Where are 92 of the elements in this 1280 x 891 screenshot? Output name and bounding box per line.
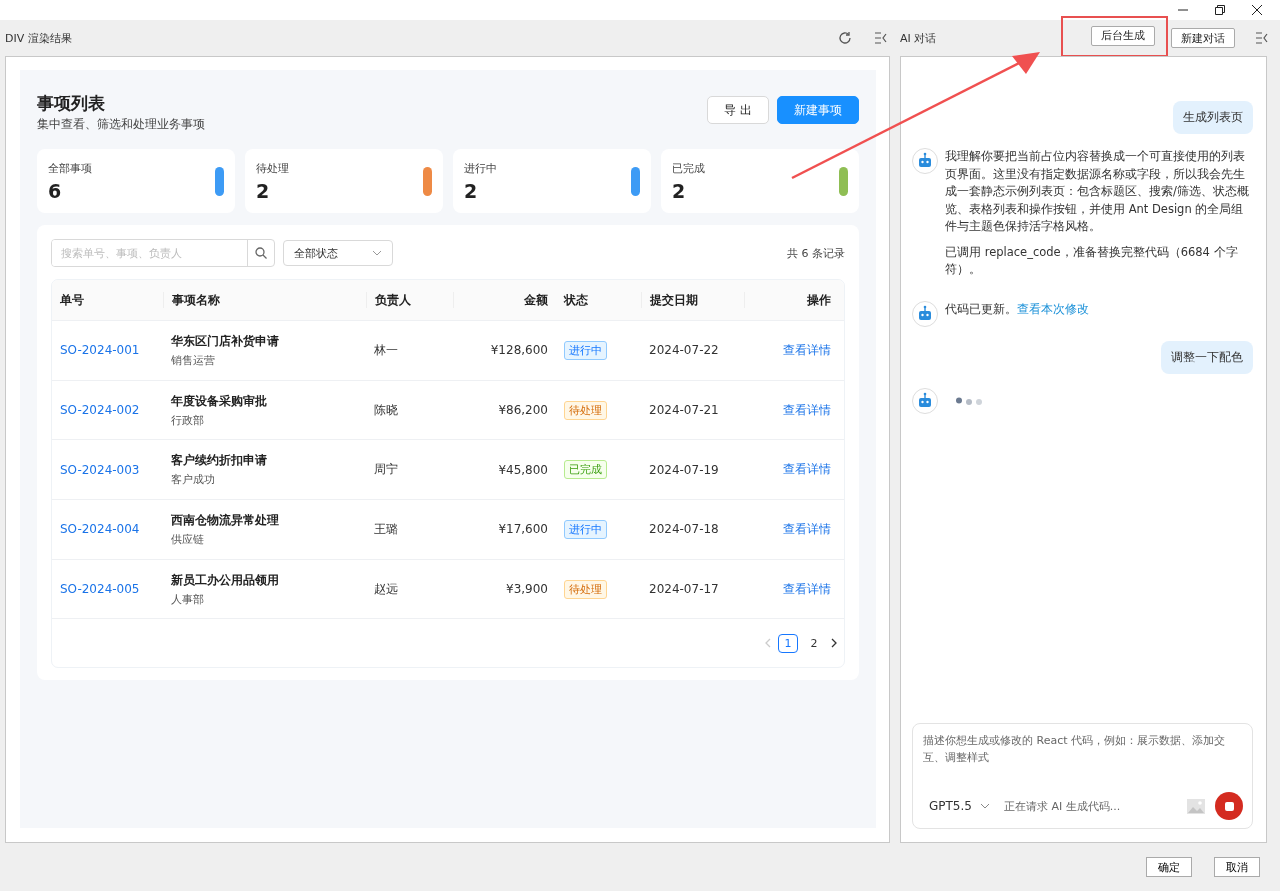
collapse-icon[interactable] <box>874 32 888 44</box>
table-cell: 周宁 <box>374 462 398 477</box>
assistant-message: 已调用 replace_code，准备替换完整代码（6684 个字符）。 <box>945 244 1238 276</box>
order-link[interactable]: SO-2024-005 <box>60 582 140 597</box>
table-cell: ¥3,900 <box>506 582 548 597</box>
column-header: 金额 <box>524 291 548 309</box>
order-link[interactable]: SO-2024-002 <box>60 403 140 418</box>
page-button[interactable]: 2 <box>804 633 824 653</box>
user-message: 生成列表页 <box>1173 101 1253 134</box>
status-select[interactable]: 全部状态 <box>283 240 393 266</box>
column-header: 事项名称 <box>172 291 220 309</box>
column-header: 单号 <box>60 291 84 309</box>
table-cell: 2024-07-17 <box>649 582 719 597</box>
order-link[interactable]: SO-2024-001 <box>60 343 140 358</box>
close-icon[interactable] <box>1252 5 1262 15</box>
confirm-button[interactable]: 确定 <box>1146 857 1192 877</box>
item-department: 销售运营 <box>171 352 215 368</box>
table-cell: 陈晓 <box>374 402 398 417</box>
export-button[interactable]: 导 出 <box>707 96 769 124</box>
view-details-link[interactable]: 查看详情 <box>783 342 831 357</box>
page-subtitle: 集中查看、筛选和处理业务事项 <box>37 116 205 133</box>
page-title: 事项列表 <box>37 92 106 115</box>
view-details-link[interactable]: 查看详情 <box>783 402 831 417</box>
stat-value: 6 <box>48 179 63 202</box>
status-tag: 进行中 <box>564 340 607 360</box>
item-name: 华东区门店补货申请 <box>171 332 279 350</box>
item-name: 西南仓物流异常处理 <box>171 511 279 529</box>
chevron-down-icon <box>372 250 382 256</box>
item-name: 年度设备采购审批 <box>171 392 267 410</box>
status-tag: 已完成 <box>564 460 607 480</box>
order-link[interactable]: SO-2024-003 <box>60 462 140 477</box>
column-header: 负责人 <box>375 291 411 309</box>
background-generate-button[interactable]: 后台生成 <box>1091 25 1155 46</box>
restore-icon[interactable] <box>1215 5 1225 15</box>
table-cell: ¥17,600 <box>498 522 548 537</box>
new-chat-button[interactable]: 新建对话 <box>1171 28 1235 48</box>
stat-value: 2 <box>464 179 479 202</box>
status-tag: 待处理 <box>564 579 607 599</box>
table-cell: 2024-07-18 <box>649 522 719 537</box>
status-tag: 待处理 <box>564 400 607 420</box>
table-cell: 赵远 <box>374 581 398 596</box>
collapse-icon[interactable] <box>1255 32 1269 44</box>
status-tag: 进行中 <box>564 519 607 539</box>
search-icon[interactable] <box>255 247 267 259</box>
item-department: 行政部 <box>171 412 204 428</box>
assistant-message: 代码已更新。 <box>945 301 1017 316</box>
column-header: 提交日期 <box>650 291 698 309</box>
refresh-icon[interactable] <box>838 31 852 45</box>
stop-button[interactable] <box>1215 792 1243 820</box>
table-cell: ¥86,200 <box>498 403 548 418</box>
chevron-down-icon <box>979 803 990 809</box>
assistant-message: 我理解你要把当前占位内容替换成一个可直接使用的列表页界面。这里没有指定数据源名称或字段，所以我会先生成一套静态示例列表页：包含标题区、搜索/筛选、状态概览、表格列表和操作按钮，并使用 Ant Design 的全局组件与主题色保持活字格风格。 <box>945 149 1249 233</box>
order-link[interactable]: SO-2024-004 <box>60 522 140 537</box>
column-header: 状态 <box>564 291 588 309</box>
robot-avatar-icon <box>912 148 938 174</box>
item-department: 人事部 <box>171 591 204 607</box>
item-name: 新员工办公用品领用 <box>171 571 279 589</box>
table-cell: 2024-07-19 <box>649 462 719 477</box>
item-department: 供应链 <box>171 531 204 547</box>
typing-indicator-icon <box>955 396 983 405</box>
record-count: 共 6 条记录 <box>787 245 845 261</box>
table-cell: 林一 <box>374 342 398 357</box>
cancel-button[interactable]: 取消 <box>1214 857 1260 877</box>
item-department: 客户成功 <box>171 472 215 488</box>
view-changes-link[interactable]: 查看本次修改 <box>1017 301 1089 316</box>
user-message: 调整一下配色 <box>1161 340 1253 374</box>
stat-value: 2 <box>672 179 687 202</box>
generation-status: 正在请求 AI 生成代码... <box>1003 798 1121 814</box>
table-cell: 2024-07-22 <box>649 343 719 358</box>
robot-avatar-icon <box>912 387 938 414</box>
robot-avatar-icon <box>912 300 938 327</box>
prompt-input[interactable]: 描述你想生成或修改的 React 代码，例如：展示数据、添加交互、调整样式 GPT5.5 正在请求 AI 生成代码... <box>912 723 1253 829</box>
view-details-link[interactable]: 查看详情 <box>783 521 831 536</box>
table-cell: ¥45,800 <box>498 462 548 477</box>
panel-title: AI 对话 <box>900 30 937 46</box>
new-item-button[interactable]: 新建事项 <box>777 96 859 124</box>
table-cell: 王璐 <box>374 521 398 536</box>
stat-label: 已完成 <box>672 160 705 176</box>
stat-value: 2 <box>256 179 271 202</box>
panel-title: DIV 渲染结果 <box>5 30 72 46</box>
model-select[interactable]: GPT5.5 <box>923 799 990 813</box>
column-header: 操作 <box>807 291 831 309</box>
stat-label: 进行中 <box>464 160 497 176</box>
item-name: 客户续约折扣申请 <box>171 452 267 470</box>
view-details-link[interactable]: 查看详情 <box>783 581 831 596</box>
table-cell: 2024-07-21 <box>649 403 719 418</box>
table-cell: ¥128,600 <box>490 343 548 358</box>
stat-label: 全部事项 <box>48 160 92 176</box>
stat-label: 待处理 <box>256 160 289 176</box>
next-page-icon[interactable] <box>830 638 838 649</box>
view-details-link[interactable]: 查看详情 <box>783 462 831 477</box>
page-button[interactable]: 1 <box>778 633 798 653</box>
